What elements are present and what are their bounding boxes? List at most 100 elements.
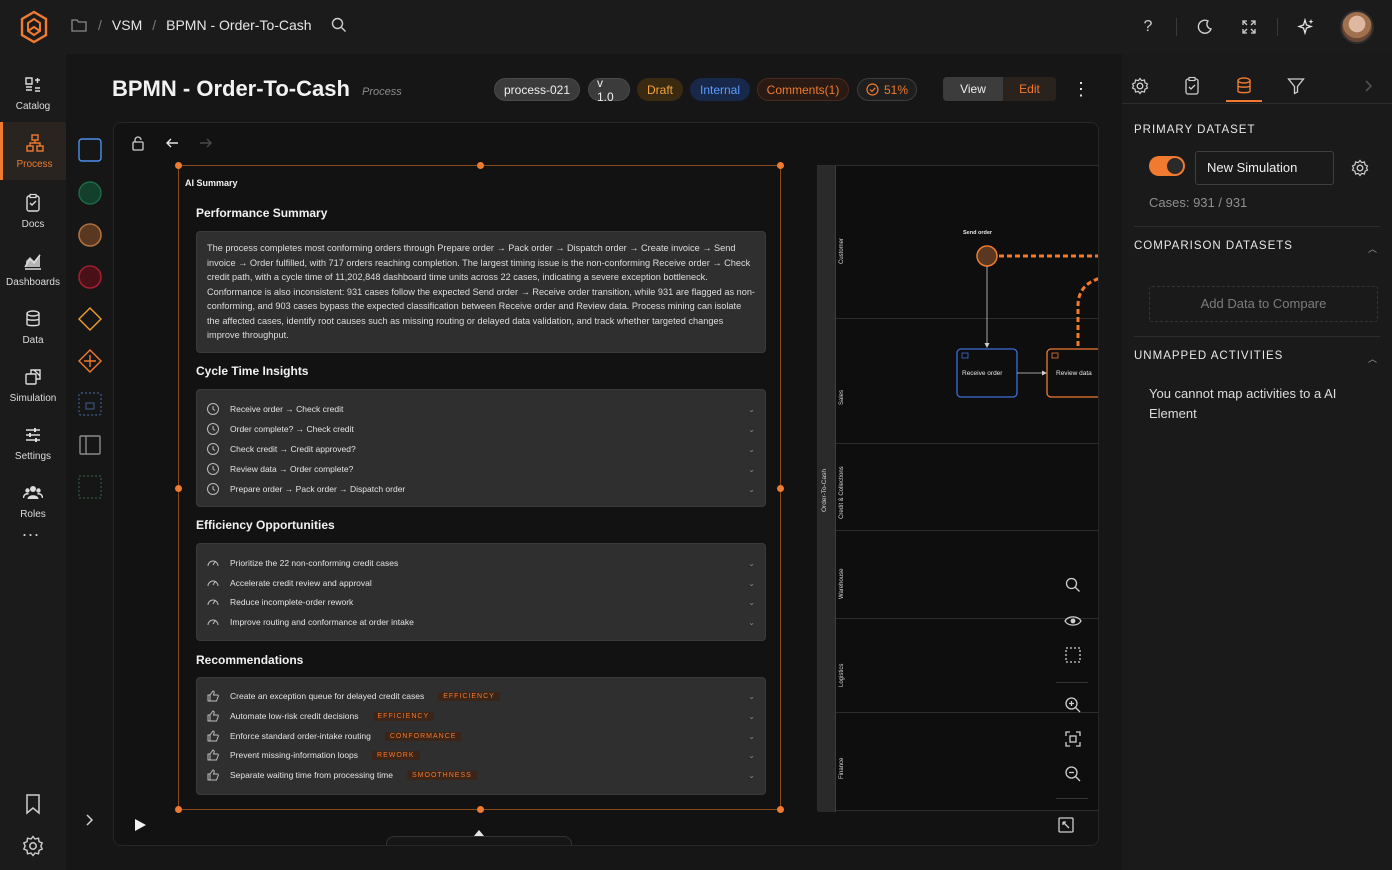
chevron-down-icon[interactable]: ⌄	[748, 405, 755, 414]
chevron-right-icon[interactable]	[1358, 76, 1378, 96]
pool-shape-icon[interactable]	[78, 433, 102, 457]
efficiency-row[interactable]: Reduce incomplete-order rework ⌄	[197, 592, 765, 612]
play-icon[interactable]	[132, 817, 148, 833]
breadcrumb-vsm[interactable]: VSM	[112, 17, 142, 33]
chevron-down-icon[interactable]: ⌄	[748, 712, 755, 721]
search-icon[interactable]	[330, 16, 348, 34]
edit-button[interactable]: Edit	[1003, 77, 1056, 101]
visibility-badge[interactable]: Internal	[690, 78, 750, 101]
more-icon[interactable]: ...	[22, 520, 40, 541]
chevron-down-icon[interactable]: ⌄	[748, 692, 755, 701]
recommendation-row[interactable]: Enforce standard order-intake routing CON…	[197, 726, 765, 746]
fullscreen-icon[interactable]	[1227, 10, 1271, 44]
efficiency-row[interactable]: Prioritize the 22 non-conforming credit …	[197, 553, 765, 573]
resize-handle[interactable]	[175, 485, 182, 492]
undo-arrow-icon[interactable]	[164, 135, 180, 151]
chevron-down-icon[interactable]: ⌄	[748, 579, 755, 588]
nav-docs[interactable]: Docs	[0, 182, 66, 240]
add-data-compare-button[interactable]: Add Data to Compare	[1149, 286, 1378, 322]
start-event-icon[interactable]	[78, 181, 102, 205]
nav-dashboards[interactable]: Dashboards	[0, 240, 66, 298]
more-options-icon[interactable]: ⋮	[1072, 78, 1090, 102]
resize-handle[interactable]	[777, 162, 784, 169]
chevron-down-icon[interactable]: ⌄	[748, 618, 755, 627]
search-icon[interactable]	[1064, 576, 1082, 594]
nav-simulation[interactable]: Simulation	[0, 356, 66, 414]
chevron-down-icon[interactable]: ⌄	[748, 771, 755, 780]
resize-handle[interactable]	[777, 485, 784, 492]
chevron-up-icon[interactable]: ︿	[1368, 242, 1377, 255]
chevron-right-icon[interactable]	[82, 812, 98, 828]
process-canvas[interactable]: AI Summary Performance Summary The proce…	[113, 122, 1099, 846]
recommendation-row[interactable]: Prevent missing-information loops REWORK ⌄	[197, 745, 765, 765]
cycle-row[interactable]: Review data → Order complete? ⌄	[197, 459, 765, 479]
chevron-down-icon[interactable]: ⌄	[748, 485, 755, 494]
user-avatar[interactable]	[1340, 10, 1374, 44]
process-id-badge[interactable]: process-021	[494, 78, 580, 101]
redo-arrow-icon[interactable]	[198, 135, 214, 151]
folder-icon[interactable]	[70, 16, 88, 34]
settings-tab-icon[interactable]	[1130, 76, 1150, 96]
nav-settings[interactable]: Settings	[0, 414, 66, 472]
eye-icon[interactable]	[1064, 612, 1082, 630]
group-shape-icon[interactable]	[78, 392, 102, 416]
resize-handle[interactable]	[175, 806, 182, 813]
zoom-out-icon[interactable]	[1064, 765, 1082, 783]
gear-icon[interactable]	[21, 834, 45, 858]
expand-icon[interactable]	[1057, 816, 1075, 834]
chevron-down-icon[interactable]: ⌄	[748, 598, 755, 607]
bookmark-icon[interactable]	[21, 792, 45, 816]
resize-handle[interactable]	[477, 806, 484, 813]
bpmn-diagram[interactable]: Order-To-Cash Customer Sales Credit & Co…	[817, 165, 1098, 812]
help-icon[interactable]: ?	[1126, 10, 1170, 44]
dark-mode-icon[interactable]	[1183, 10, 1227, 44]
resize-handle[interactable]	[777, 806, 784, 813]
chevron-up-icon[interactable]	[473, 828, 485, 838]
app-logo-icon[interactable]	[18, 10, 50, 44]
cycle-row[interactable]: Prepare order → Pack order → Dispatch or…	[197, 479, 765, 499]
parallel-gateway-icon[interactable]	[78, 349, 102, 373]
resize-handle[interactable]	[175, 162, 182, 169]
task-shape-icon[interactable]	[78, 138, 102, 162]
cycle-row[interactable]: Check credit → Credit approved? ⌄	[197, 439, 765, 459]
comments-badge[interactable]: Comments(1)	[757, 78, 849, 101]
select-area-icon[interactable]	[1064, 646, 1082, 664]
filter-tab-icon[interactable]	[1286, 76, 1306, 96]
cycle-row[interactable]: Receive order → Check credit ⌄	[197, 399, 765, 419]
efficiency-row[interactable]: Improve routing and conformance at order…	[197, 612, 765, 632]
gear-icon[interactable]	[1350, 158, 1370, 178]
fit-to-screen-icon[interactable]	[1064, 730, 1082, 748]
version-badge[interactable]: v 1.0	[588, 76, 630, 104]
intermediate-event-icon[interactable]	[78, 223, 102, 247]
end-event-icon[interactable]	[78, 265, 102, 289]
resize-handle[interactable]	[477, 162, 484, 169]
nav-data[interactable]: Data	[0, 298, 66, 356]
gateway-icon[interactable]	[78, 307, 102, 331]
chevron-down-icon[interactable]: ⌄	[748, 559, 755, 568]
cycle-row[interactable]: Order complete? → Check credit ⌄	[197, 419, 765, 439]
database-tab-icon[interactable]	[1234, 76, 1254, 96]
simulation-select[interactable]: New Simulation	[1195, 151, 1334, 185]
chevron-down-icon[interactable]: ⌄	[748, 465, 755, 474]
chevron-down-icon[interactable]: ⌄	[748, 751, 755, 760]
recommendation-row[interactable]: Separate waiting time from processing ti…	[197, 765, 765, 785]
chevron-down-icon[interactable]: ⌄	[748, 445, 755, 454]
progress-badge[interactable]: 51%	[857, 78, 917, 101]
chevron-up-icon[interactable]: ︿	[1368, 352, 1377, 365]
status-badge[interactable]: Draft	[637, 78, 683, 101]
nav-process[interactable]: Process	[0, 122, 66, 180]
zoom-in-icon[interactable]	[1064, 696, 1082, 714]
chevron-down-icon[interactable]: ⌄	[748, 425, 755, 434]
efficiency-row[interactable]: Accelerate credit review and approval ⌄	[197, 573, 765, 593]
view-button[interactable]: View	[943, 77, 1003, 101]
lock-icon[interactable]	[130, 135, 146, 151]
ai-summary-element[interactable]: AI Summary Performance Summary The proce…	[175, 162, 784, 813]
annotation-shape-icon[interactable]	[78, 475, 102, 499]
docs-tab-icon[interactable]	[1182, 76, 1202, 96]
recommendation-row[interactable]: Automate low-risk credit decisions EFFICI…	[197, 706, 765, 726]
sparkle-icon[interactable]	[1284, 10, 1328, 44]
recommendation-row[interactable]: Create an exception queue for delayed cr…	[197, 686, 765, 706]
breadcrumb-process[interactable]: BPMN - Order-To-Cash	[166, 17, 311, 33]
nav-catalog[interactable]: Catalog	[0, 64, 66, 122]
chevron-down-icon[interactable]: ⌄	[748, 732, 755, 741]
